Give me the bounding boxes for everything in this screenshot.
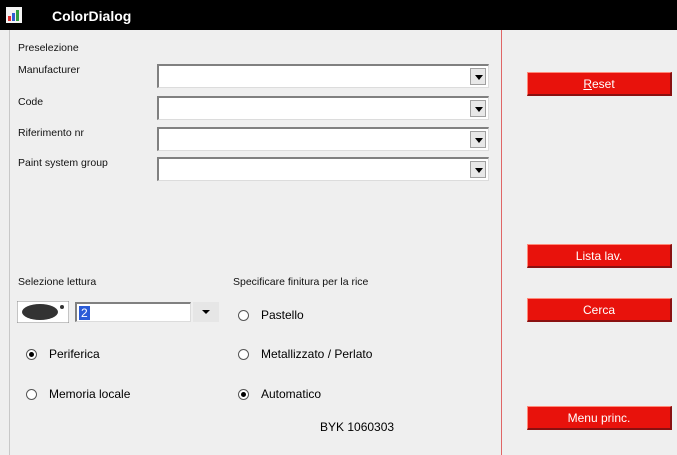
chevron-down-icon[interactable] — [470, 100, 486, 117]
panel-divider — [501, 30, 502, 455]
color-reader-icon — [17, 301, 69, 323]
finish-heading: Specificare finitura per la rice — [233, 276, 369, 288]
device-label: BYK 1060303 — [320, 420, 395, 434]
radio-checked-icon — [238, 388, 249, 400]
radio-automatico[interactable]: Automatico — [238, 387, 321, 401]
radio-periferica[interactable]: Periferica — [26, 347, 100, 361]
reference-label: Riferimento nr — [18, 127, 84, 139]
radio-checked-icon — [26, 348, 37, 360]
code-label: Code — [18, 96, 44, 108]
chevron-down-icon[interactable] — [470, 68, 486, 85]
preselection-heading: Preselezione — [18, 42, 79, 54]
main-menu-button[interactable]: Menu princ. — [527, 406, 672, 430]
worklist-button[interactable]: Lista lav. — [527, 244, 672, 268]
radio-automatico-label: Automatico — [261, 387, 322, 401]
chevron-down-icon[interactable] — [470, 161, 486, 178]
radio-periferica-label: Periferica — [49, 347, 100, 361]
manufacturer-combo[interactable] — [157, 64, 489, 88]
reading-value: 2 — [79, 306, 90, 320]
paint-system-label: Paint system group — [18, 157, 108, 169]
radio-memoria-locale-label: Memoria locale — [49, 387, 131, 401]
reset-button[interactable]: Reset — [527, 72, 672, 96]
window-title: ColorDialog — [52, 8, 132, 24]
reading-select[interactable]: 2 — [75, 302, 191, 322]
radio-unchecked-icon — [238, 348, 249, 360]
manufacturer-label: Manufacturer — [18, 64, 80, 76]
paint-system-combo[interactable] — [157, 157, 489, 181]
radio-metallizzato[interactable]: Metallizzato / Perlato — [238, 347, 372, 361]
app-icon — [6, 7, 22, 23]
search-button[interactable]: Cerca — [527, 298, 672, 322]
reset-mnemonic: R — [583, 77, 592, 91]
radio-unchecked-icon — [238, 309, 249, 321]
chevron-down-icon[interactable] — [470, 131, 486, 148]
reference-combo[interactable] — [157, 127, 489, 151]
left-frame-line — [9, 30, 10, 455]
radio-unchecked-icon — [26, 388, 37, 400]
code-combo[interactable] — [157, 96, 489, 120]
radio-pastello-label: Pastello — [261, 308, 304, 322]
title-bar: ColorDialog — [0, 0, 677, 30]
radio-memoria-locale[interactable]: Memoria locale — [26, 387, 130, 401]
reading-heading: Selezione lettura — [18, 276, 97, 288]
reset-label: eset — [591, 77, 615, 91]
radio-metallizzato-label: Metallizzato / Perlato — [261, 347, 373, 361]
radio-pastello[interactable]: Pastello — [238, 308, 304, 322]
chevron-down-icon[interactable] — [193, 302, 219, 322]
